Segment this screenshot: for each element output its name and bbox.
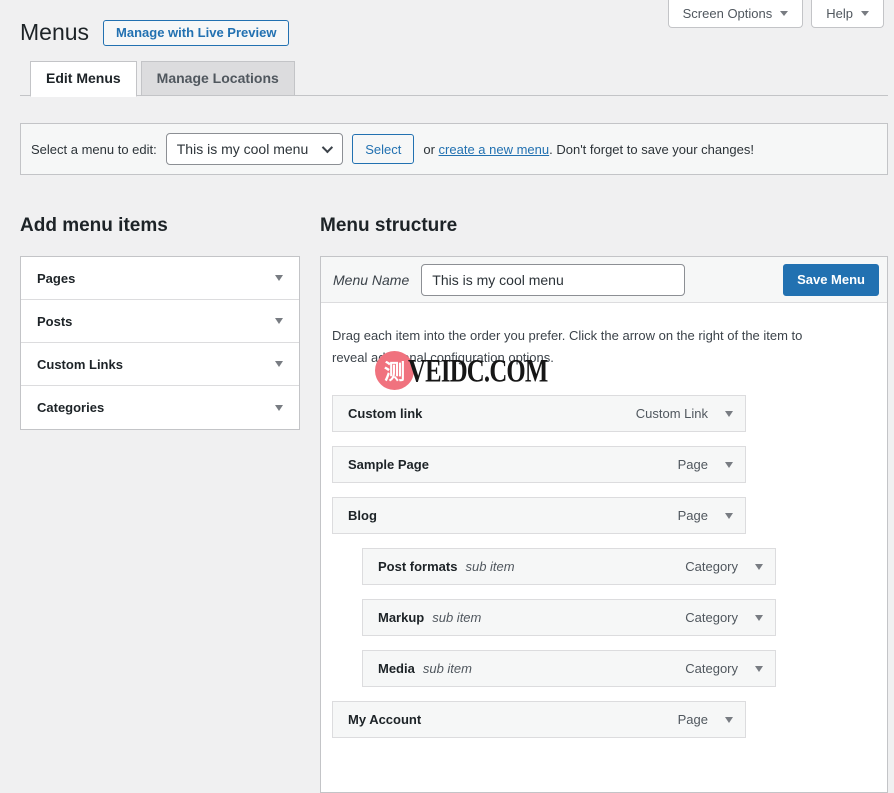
menu-item-post-formats[interactable]: Post formats sub item Category [362,548,776,585]
menu-items-list: Custom linkCustom LinkSample PagePageBlo… [332,395,876,738]
item-arrow-icon[interactable] [755,666,763,672]
accordion-section-label: Pages [37,271,75,286]
create-menu-text: or create a new menu. Don't forget to sa… [423,142,754,157]
menu-item-sub-label: sub item [465,559,514,574]
save-reminder-text: . Don't forget to save your changes! [549,142,754,157]
menu-item-type: Page [678,712,708,727]
menu-name-label: Menu Name [333,272,409,288]
menu-structure-panel: Menu Name Save Menu Drag each item into … [320,256,888,793]
tab-edit-menus[interactable]: Edit Menus [30,61,137,98]
select-button[interactable]: Select [352,134,414,164]
menu-structure-column: Menu structure Menu Name Save Menu Drag … [320,175,888,793]
accordion-section-pages[interactable]: Pages [21,257,299,300]
item-arrow-icon[interactable] [725,411,733,417]
menu-item-sub-label: sub item [423,661,472,676]
admin-page-wrap: Menus Manage with Live Preview Edit Menu… [0,0,894,793]
tab-manage-locations[interactable]: Manage Locations [141,61,295,96]
item-arrow-icon[interactable] [725,462,733,468]
menu-item-title: Post formats [378,559,457,574]
menu-select-dropdown[interactable]: This is my cool menu [166,133,343,165]
menu-structure-heading: Menu structure [320,215,888,238]
accordion-arrow-icon [275,361,283,367]
menu-name-input[interactable] [421,264,685,296]
menu-item-title: Markup [378,610,424,625]
help-button[interactable]: Help [811,0,884,28]
menu-item-my-account[interactable]: My Account Page [332,701,746,738]
create-new-menu-link[interactable]: create a new menu [439,142,550,157]
content-columns: Add menu items Pages Posts Custom Links Cat… [20,175,888,793]
select-chevron-icon [322,142,333,153]
help-label: Help [826,6,853,21]
menu-item-type: Page [678,508,708,523]
menu-item-blog[interactable]: Blog Page [332,497,746,534]
menu-item-media[interactable]: Media sub item Category [362,650,776,687]
accordion-arrow-icon [275,318,283,324]
menu-item-title: Media [378,661,415,676]
accordion-section-custom-links[interactable]: Custom Links [21,343,299,386]
menu-instructions: Drag each item into the order you prefer… [332,325,812,368]
menu-item-markup[interactable]: Markup sub item Category [362,599,776,636]
page-title: Menus [20,18,89,48]
selected-menu-value: This is my cool menu [177,141,308,157]
accordion-section-categories[interactable]: Categories [21,386,299,429]
accordion-section-label: Posts [37,314,72,329]
save-menu-button[interactable]: Save Menu [783,264,879,296]
menu-item-type: Category [685,610,738,625]
add-menu-items-heading: Add menu items [20,215,300,238]
add-menu-items-column: Add menu items Pages Posts Custom Links Cat… [20,175,300,793]
select-menu-label: Select a menu to edit: [31,142,157,157]
menu-item-title: Custom link [348,406,422,421]
menu-item-sub-label: sub item [432,610,481,625]
caret-down-icon [861,11,869,16]
item-arrow-icon[interactable] [725,513,733,519]
menu-select-bar: Select a menu to edit: This is my cool m… [20,123,888,175]
menu-name-header: Menu Name Save Menu [321,257,887,303]
or-label: or [423,142,438,157]
screen-options-label: Screen Options [683,6,773,21]
menu-item-sample-page[interactable]: Sample Page Page [332,446,746,483]
item-arrow-icon[interactable] [725,717,733,723]
tab-bar: Edit MenusManage Locations [20,61,888,97]
item-arrow-icon[interactable] [755,564,763,570]
menu-item-custom-link[interactable]: Custom link Custom Link [332,395,746,432]
menu-item-type: Category [685,661,738,676]
accordion-section-posts[interactable]: Posts [21,300,299,343]
add-menu-items-panel: Pages Posts Custom Links Categories [20,256,300,430]
menu-item-title: Sample Page [348,457,429,472]
menu-item-type: Category [685,559,738,574]
menu-item-title: My Account [348,712,421,727]
accordion-arrow-icon [275,275,283,281]
menu-item-type: Custom Link [636,406,708,421]
admin-top-buttons: Screen Options Help [668,0,884,28]
menu-structure-body: Drag each item into the order you prefer… [321,303,887,792]
accordion-section-label: Categories [37,400,104,415]
accordion-section-label: Custom Links [37,357,123,372]
menu-item-type: Page [678,457,708,472]
menu-item-title: Blog [348,508,377,523]
item-arrow-icon[interactable] [755,615,763,621]
screen-options-button[interactable]: Screen Options [668,0,804,28]
live-preview-button[interactable]: Manage with Live Preview [103,20,289,46]
accordion-arrow-icon [275,405,283,411]
caret-down-icon [780,11,788,16]
